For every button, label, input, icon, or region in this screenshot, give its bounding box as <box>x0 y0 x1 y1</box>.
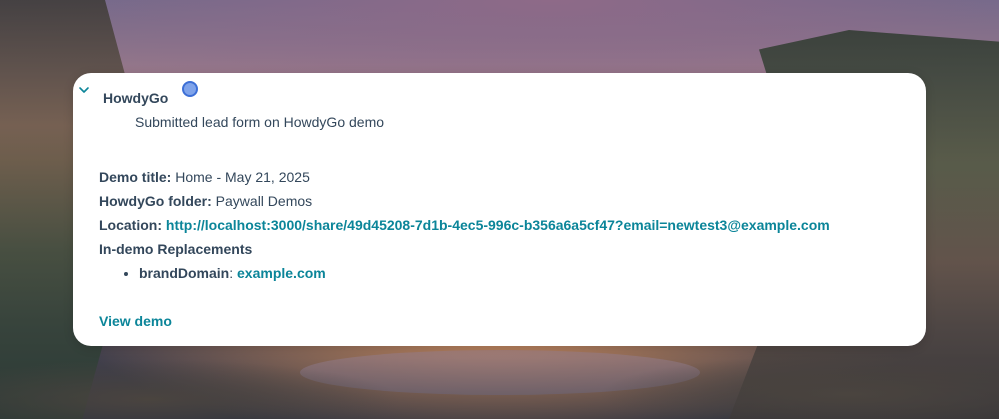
view-demo-link[interactable]: View demo <box>99 313 172 329</box>
card-subtitle: Submitted lead form on HowdyGo demo <box>135 114 385 130</box>
chevron-down-icon[interactable] <box>77 83 91 97</box>
folder-row: HowdyGo folder: Paywall Demos <box>99 189 830 213</box>
demo-title-label: Demo title: <box>99 169 172 185</box>
demo-title-row: Demo title: Home - May 21, 2025 <box>99 165 830 189</box>
list-item: brandDomain: example.com <box>139 261 830 285</box>
folder-value: Paywall Demos <box>215 193 313 209</box>
replacement-separator: : <box>229 265 234 281</box>
replacement-value-link[interactable]: example.com <box>237 265 326 281</box>
replacements-heading: In-demo Replacements <box>99 241 253 257</box>
folder-label: HowdyGo folder: <box>99 193 212 209</box>
location-link[interactable]: http://localhost:3000/share/49d45208-7d1… <box>166 217 830 233</box>
card-header-title: HowdyGo <box>103 90 169 106</box>
replacements-list: brandDomain: example.com <box>99 261 830 285</box>
status-dot-icon <box>182 81 198 97</box>
location-row: Location: http://localhost:3000/share/49… <box>99 213 830 237</box>
demo-title-value: Home - May 21, 2025 <box>175 169 310 185</box>
card-details: Demo title: Home - May 21, 2025 HowdyGo … <box>99 165 830 285</box>
location-label: Location: <box>99 217 162 233</box>
replacement-key: brandDomain <box>139 265 230 281</box>
activity-card: HowdyGo Submitted lead form on HowdyGo d… <box>73 73 926 346</box>
